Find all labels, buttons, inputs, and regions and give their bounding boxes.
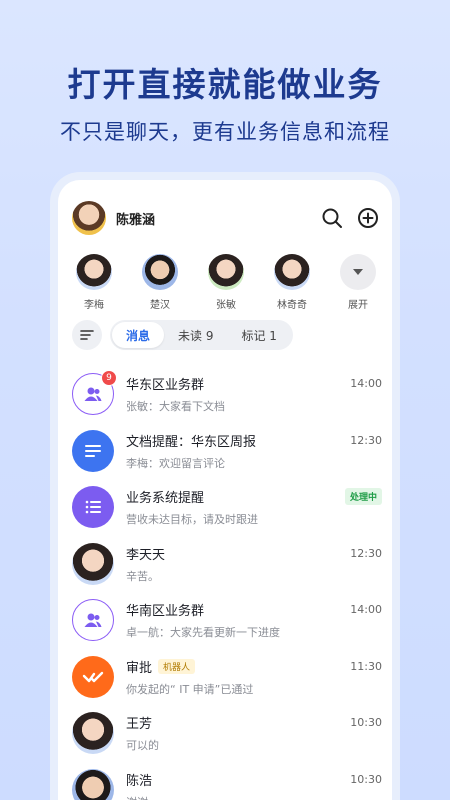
conversation-item[interactable]: 9 华东区业务群 14:00 张敏：大家看下文档 xyxy=(58,366,392,423)
conversation-time: 14:00 xyxy=(350,603,382,617)
conversation-time: 12:30 xyxy=(350,546,382,560)
expand-contacts-button[interactable]: 展开 xyxy=(328,254,388,311)
triangle-down-icon xyxy=(340,254,376,290)
contact-item[interactable]: 楚汉 xyxy=(130,254,190,311)
conversation-list: 9 华东区业务群 14:00 张敏：大家看下文档 文档提醒：华东区周报 12:3… xyxy=(58,366,392,800)
conversation-time: 10:30 xyxy=(350,716,382,730)
list-icon xyxy=(72,486,114,529)
conversation-preview: 卓一航：大家先看更新一下进度 xyxy=(126,626,280,640)
conversation-title: 陈浩 xyxy=(126,773,153,789)
contact-name: 李梅 xyxy=(84,300,104,311)
conversation-title: 王芳 xyxy=(126,717,153,733)
search-icon[interactable] xyxy=(320,206,344,230)
filter-menu-icon[interactable] xyxy=(72,320,102,350)
add-circle-icon[interactable] xyxy=(356,206,380,230)
tab-messages[interactable]: 消息 xyxy=(112,322,165,348)
conversation-preview: 张敏：大家看下文档 xyxy=(126,400,225,414)
avatar xyxy=(142,254,178,290)
avatar xyxy=(72,768,114,800)
avatar xyxy=(274,254,310,290)
conversation-time: 12:30 xyxy=(350,433,382,447)
avatar xyxy=(72,542,114,585)
group-icon xyxy=(72,599,114,642)
unread-badge: 9 xyxy=(101,370,117,387)
hero-subline: 不只是聊天，更有业务信息和流程 xyxy=(60,120,390,144)
phone-frame: 陈雅涵 李梅 楚汉 张敏 林奇奇 展开 消息 未读 9 标记 1 9 华东区业务… xyxy=(50,172,400,800)
conversation-item[interactable]: 文档提醒：华东区周报 12:30 李梅：欢迎留言评论 xyxy=(58,423,392,480)
conversation-item[interactable]: 审批 机器人 11:30 你发起的“ IT 申请”已通过 xyxy=(58,649,392,706)
status-badge: 处理中 xyxy=(344,488,382,506)
contact-name: 张敏 xyxy=(216,300,236,311)
conversation-item[interactable]: 李天天 12:30 辛苦。 xyxy=(58,536,392,593)
contact-item[interactable]: 张敏 xyxy=(196,254,256,311)
contact-name: 楚汉 xyxy=(150,300,170,311)
conversation-item[interactable]: 陈浩 10:30 谢谢 xyxy=(58,762,392,800)
conversation-preview: 李梅：欢迎留言评论 xyxy=(126,456,225,470)
conversation-preview: 谢谢 xyxy=(126,794,382,800)
hero-headline: 打开直接就能做业务 xyxy=(67,65,383,104)
conversation-preview: 可以的 xyxy=(126,739,159,753)
conversation-item[interactable]: 王芳 10:30 可以的 xyxy=(58,705,392,762)
conversation-title: 业务系统提醒 xyxy=(126,491,205,507)
tab-marked[interactable]: 标记 1 xyxy=(227,322,290,348)
filter-tabs-row: 消息 未读 9 标记 1 xyxy=(72,320,293,350)
top-bar: 陈雅涵 xyxy=(72,200,380,236)
conversation-time: 14:00 xyxy=(350,377,382,391)
document-icon xyxy=(72,429,114,472)
conversation-preview: 辛苦。 xyxy=(126,569,159,583)
frequent-contacts: 李梅 楚汉 张敏 林奇奇 展开 xyxy=(64,254,388,311)
conversation-item[interactable]: 华南区业务群 14:00 卓一航：大家先看更新一下进度 xyxy=(58,592,392,649)
approval-icon xyxy=(72,655,114,698)
message-tabs: 消息 未读 9 标记 1 xyxy=(110,320,293,350)
avatar xyxy=(208,254,244,290)
contact-name: 林奇奇 xyxy=(277,300,307,311)
expand-label: 展开 xyxy=(348,300,368,311)
conversation-title: 华南区业务群 xyxy=(126,604,205,620)
tab-unread[interactable]: 未读 9 xyxy=(164,322,227,348)
group-icon: 9 xyxy=(72,370,117,416)
user-avatar[interactable] xyxy=(72,201,106,235)
conversation-item[interactable]: 业务系统提醒 处理中 营收未达目标，请及时跟进 xyxy=(58,479,392,536)
conversation-time: 11:30 xyxy=(350,659,382,673)
conversation-title: 华东区业务群 xyxy=(126,378,205,394)
bot-tag: 机器人 xyxy=(158,658,196,674)
app-screen: 陈雅涵 李梅 楚汉 张敏 林奇奇 展开 消息 未读 9 标记 1 9 华东区业务… xyxy=(58,180,392,800)
conversation-preview: 你发起的“ IT 申请”已通过 xyxy=(126,682,254,696)
contact-item[interactable]: 林奇奇 xyxy=(262,254,322,311)
conversation-preview: 营收未达目标，请及时跟进 xyxy=(126,513,258,527)
conversation-title: 李天天 xyxy=(126,547,166,563)
contact-item[interactable]: 李梅 xyxy=(64,254,124,311)
conversation-title: 文档提醒：华东区周报 xyxy=(126,434,257,450)
avatar xyxy=(72,712,114,755)
user-name: 陈雅涵 xyxy=(116,212,156,228)
conversation-title: 审批 xyxy=(126,660,153,676)
conversation-time: 10:30 xyxy=(350,772,382,786)
avatar xyxy=(76,254,112,290)
